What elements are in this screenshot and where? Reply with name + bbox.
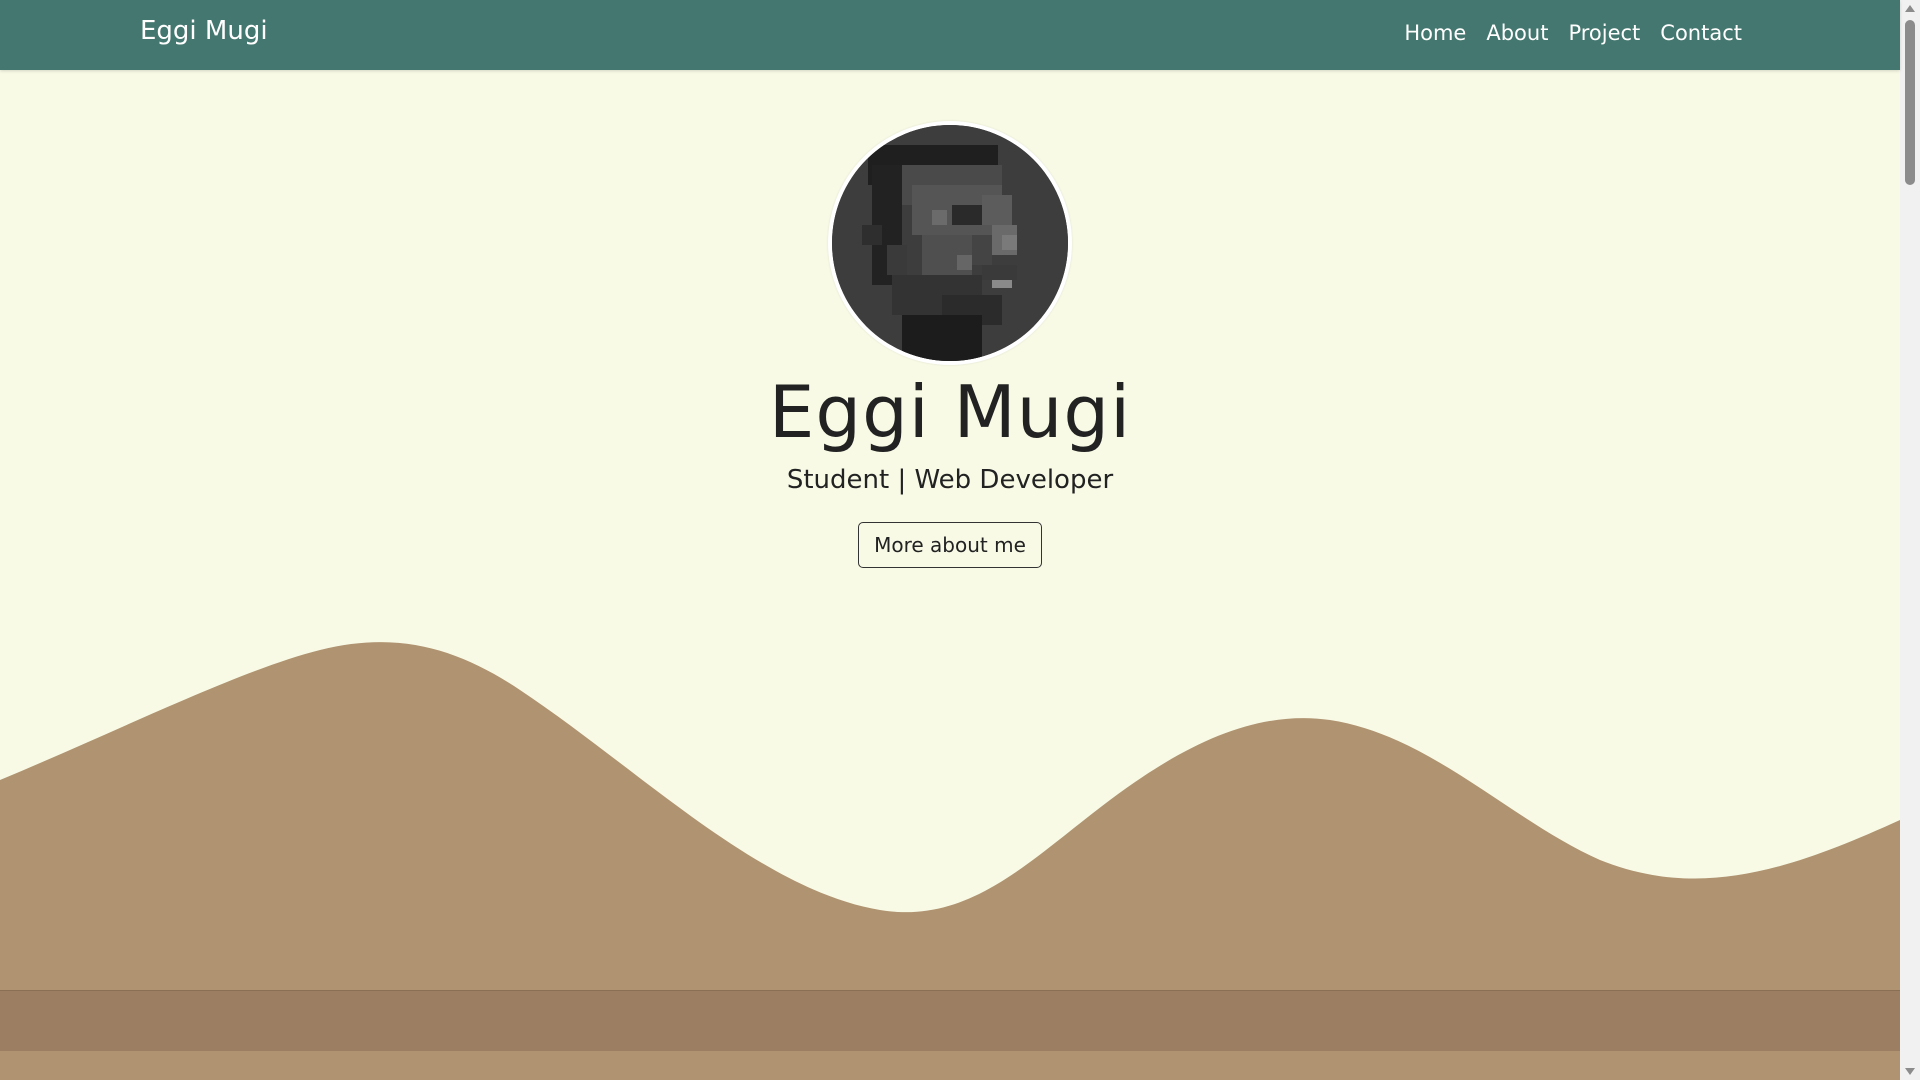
avatar-frame (828, 121, 1072, 365)
avatar (832, 125, 1068, 361)
nav-link-home[interactable]: Home (1394, 21, 1476, 45)
avatar-portrait (832, 125, 1068, 361)
nav-link-project[interactable]: Project (1558, 21, 1650, 45)
scroll-up-arrow-icon[interactable] (1905, 5, 1915, 12)
footer-band (0, 1051, 1900, 1080)
navbar: Eggi Mugi Home About Project Contact (0, 0, 1900, 70)
vertical-scrollbar[interactable] (1900, 0, 1920, 1080)
more-about-me-button[interactable]: More about me (858, 522, 1042, 568)
nav-link-contact[interactable]: Contact (1650, 21, 1752, 45)
hero-name: Eggi Mugi (768, 370, 1132, 454)
footer-strip (0, 990, 1900, 1052)
brand-logo[interactable]: Eggi Mugi (140, 16, 268, 46)
scroll-thumb[interactable] (1905, 20, 1915, 185)
hero-role: Student | Web Developer (786, 465, 1114, 495)
nav-link-about[interactable]: About (1476, 21, 1558, 45)
scroll-down-arrow-icon[interactable] (1905, 1068, 1915, 1075)
nav-links: Home About Project Contact (1394, 21, 1752, 45)
